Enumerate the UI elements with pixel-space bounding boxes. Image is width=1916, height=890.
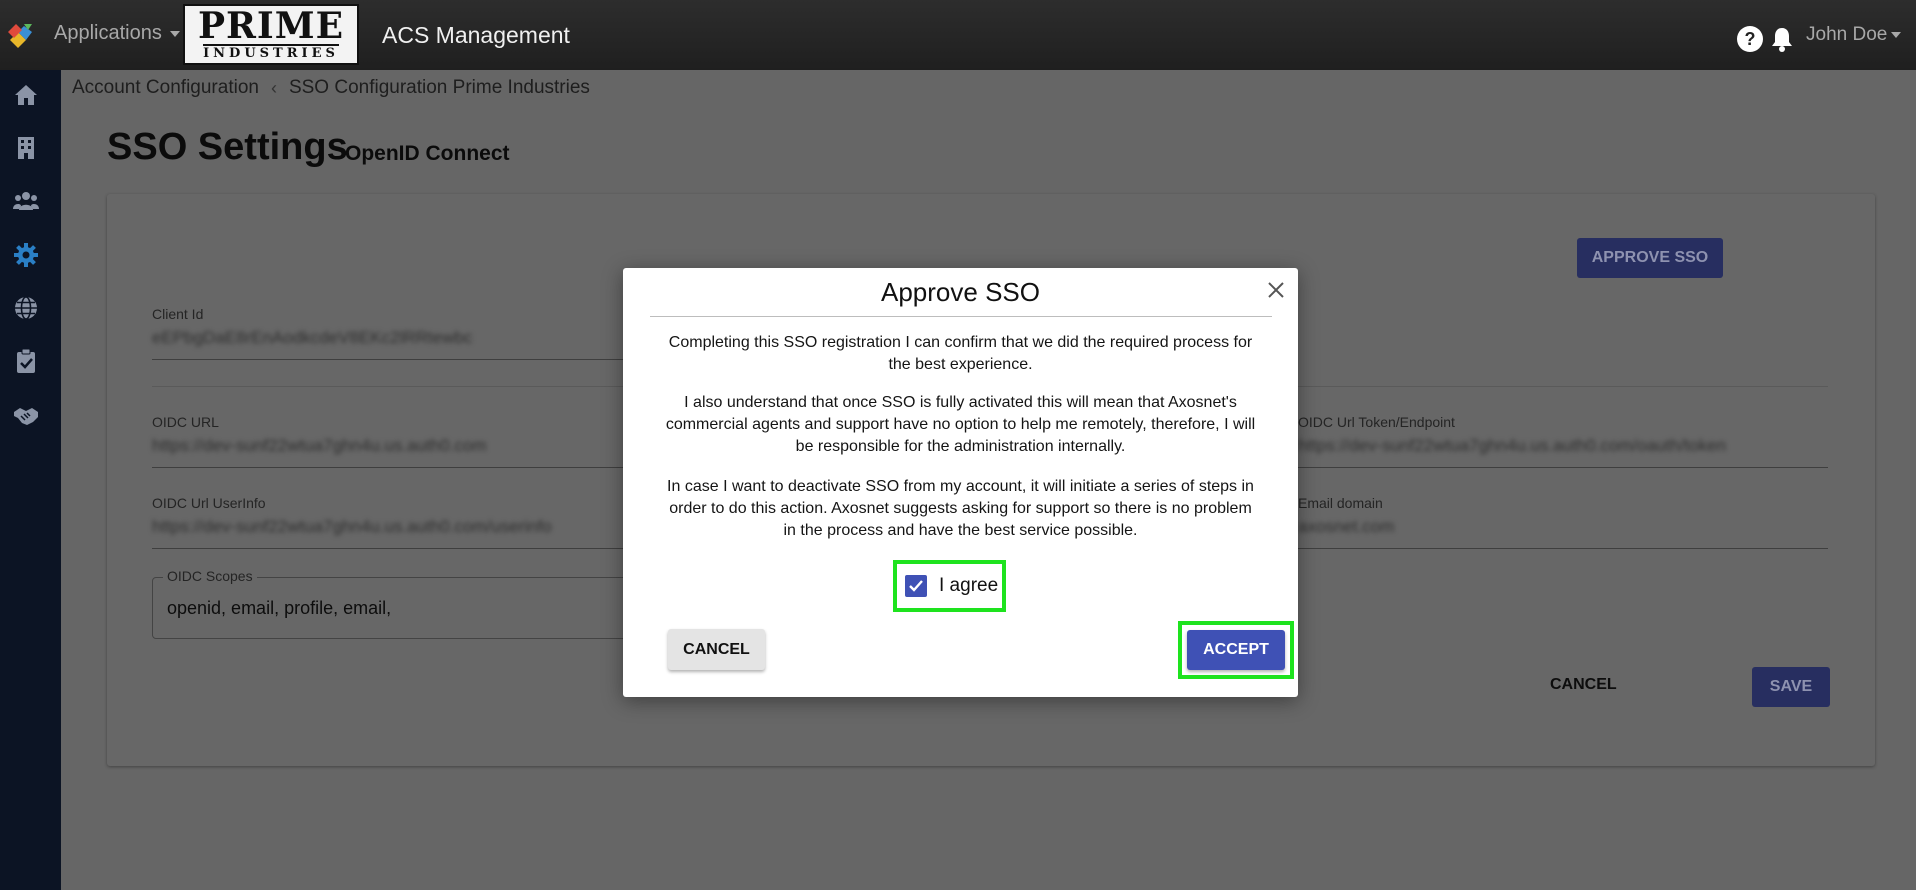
chevron-down-icon xyxy=(169,30,180,37)
dialog-title: Approve SSO xyxy=(881,277,1040,307)
agree-checkbox[interactable] xyxy=(905,575,927,597)
oidc-scopes-label: OIDC Scopes xyxy=(163,568,257,584)
client-id-label: Client Id xyxy=(152,306,204,322)
breadcrumb-current: SSO Configuration Prime Industries xyxy=(288,77,590,98)
close-icon[interactable] xyxy=(1264,278,1288,302)
user-menu[interactable]: John Doe xyxy=(1806,24,1902,46)
approve-sso-button[interactable]: APPROVE SSO xyxy=(1577,238,1723,278)
oidc-userinfo-label: OIDC Url UserInfo xyxy=(152,495,266,511)
oidc-token-endpoint-value: https://dev-sunf22wtua7ghn4u.us.auth0.co… xyxy=(1298,436,1727,455)
brand-logo: PRIME INDUSTRIES xyxy=(183,4,359,65)
clipboard-check-icon[interactable] xyxy=(13,348,39,374)
dialog-cancel-button[interactable]: CANCEL xyxy=(668,629,765,670)
oidc-scopes-field[interactable]: OIDC Scopes openid, email, profile, emai… xyxy=(152,568,632,639)
brand-name: PRIME xyxy=(197,5,345,47)
dialog-divider xyxy=(650,316,1272,317)
help-icon[interactable]: ? xyxy=(1737,26,1763,52)
applications-menu[interactable]: Applications xyxy=(54,22,180,45)
oidc-userinfo-value: https://dev-sunf22wtua7ghn4u.us.auth0.co… xyxy=(152,517,552,536)
globe-icon[interactable] xyxy=(13,295,39,321)
approve-sso-dialog: Approve SSO Completing this SSO registra… xyxy=(623,268,1298,697)
oidc-scopes-value: openid, email, profile, email, xyxy=(167,598,392,618)
checkmark-icon xyxy=(909,580,923,592)
accept-button[interactable]: ACCEPT xyxy=(1187,630,1285,670)
user-name: John Doe xyxy=(1806,24,1888,45)
dialog-paragraph-responsibility: I also understand that once SSO is fully… xyxy=(665,394,1256,455)
agree-checkbox-highlight[interactable]: I agree xyxy=(893,560,1006,612)
form-cancel-button[interactable]: CANCEL xyxy=(1550,676,1617,694)
chevron-down-icon xyxy=(1891,32,1902,38)
gear-icon[interactable] xyxy=(13,242,39,268)
email-domain-value: axosnet.com xyxy=(1298,517,1395,536)
oidc-url-field[interactable]: OIDC URL https://dev-sunf22wtua7ghn4u.us… xyxy=(152,414,632,468)
page-title: SSO Settings xyxy=(107,126,348,168)
app-logo-icon[interactable] xyxy=(6,22,36,50)
app-title: ACS Management xyxy=(382,22,570,48)
applications-menu-label: Applications xyxy=(54,22,162,44)
oidc-token-endpoint-label: OIDC Url Token/Endpoint xyxy=(1298,414,1455,430)
email-domain-field[interactable]: Email domain axosnet.com xyxy=(1298,495,1828,549)
oidc-userinfo-field[interactable]: OIDC Url UserInfo https://dev-sunf22wtua… xyxy=(152,495,632,549)
users-icon[interactable] xyxy=(13,188,39,214)
bell-icon[interactable] xyxy=(1770,26,1794,52)
oidc-token-endpoint-field[interactable]: OIDC Url Token/Endpoint https://dev-sunf… xyxy=(1298,414,1828,468)
dialog-paragraph-confirm: Completing this SSO registration I can c… xyxy=(668,334,1253,373)
form-save-button[interactable]: SAVE xyxy=(1752,667,1830,707)
page-subtitle: OpenID Connect xyxy=(345,142,510,165)
client-id-field[interactable]: Client Id eEPbgDaE8rEnAodkcdeV8EKc2lRRte… xyxy=(152,306,632,360)
sidebar xyxy=(0,70,61,890)
top-bar: Applications PRIME INDUSTRIES ACS Manage… xyxy=(0,0,1916,70)
breadcrumb-parent-link[interactable]: Account Configuration xyxy=(72,77,259,99)
oidc-url-value: https://dev-sunf22wtua7ghn4u.us.auth0.co… xyxy=(152,436,487,455)
accept-button-highlight: ACCEPT xyxy=(1178,621,1294,679)
email-domain-label: Email domain xyxy=(1298,495,1383,511)
home-icon[interactable] xyxy=(13,82,39,108)
chevron-left-icon: ‹ xyxy=(270,77,277,98)
handshake-icon[interactable] xyxy=(13,402,39,428)
breadcrumb: Account Configuration ‹ SSO Configuratio… xyxy=(72,73,590,103)
oidc-url-label: OIDC URL xyxy=(152,414,219,430)
brand-tagline: INDUSTRIES xyxy=(203,44,339,61)
client-id-value: eEPbgDaE8rEnAodkcdeV8EKc2lRRtewbc xyxy=(152,328,473,347)
dialog-paragraph-deactivate: In case I want to deactivate SSO from my… xyxy=(667,478,1254,539)
agree-label: I agree xyxy=(939,575,999,596)
building-icon[interactable] xyxy=(13,135,39,161)
